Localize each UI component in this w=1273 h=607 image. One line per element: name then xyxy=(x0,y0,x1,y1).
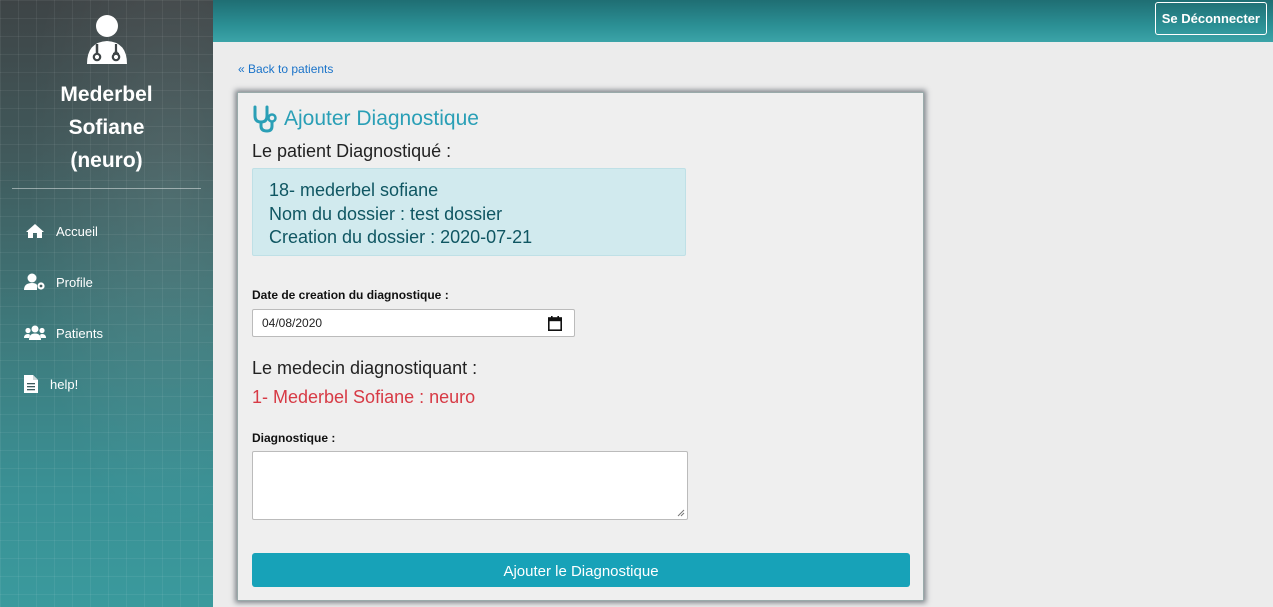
sidebar-item-profile[interactable]: Profile xyxy=(24,273,93,291)
date-value: 04/08/2020 xyxy=(262,316,323,330)
patient-id-name: 18- mederbel sofiane xyxy=(269,180,439,200)
doctor-name: Mederbel Sofiane (neuro) xyxy=(0,78,213,177)
file-icon xyxy=(24,375,38,393)
sidebar-item-label: Profile xyxy=(56,274,93,290)
patient-label: Le patient Diagnostiqué : xyxy=(252,141,452,161)
patient-folder-date: Creation du dossier : 2020-07-21 xyxy=(269,227,533,247)
date-label: Date de creation du diagnostique : xyxy=(252,288,449,302)
sidebar-item-accueil[interactable]: Accueil xyxy=(24,222,98,240)
medecin-label: Le medecin diagnostiquant : xyxy=(252,358,478,378)
add-diagnostic-button[interactable]: Ajouter le Diagnostique xyxy=(252,553,910,587)
patient-folder-name: Nom du dossier : test dossier xyxy=(269,203,503,224)
top-navbar: Se Déconnecter xyxy=(213,0,1273,42)
sidebar-item-label: Accueil xyxy=(56,223,98,239)
logout-button[interactable]: Se Déconnecter xyxy=(1154,2,1267,35)
sidebar-item-label: Patients xyxy=(56,325,103,341)
users-icon xyxy=(24,324,46,342)
sidebar-item-label: help! xyxy=(50,376,79,392)
diagnostic-textarea[interactable] xyxy=(252,451,688,520)
card-title: Ajouter Diagnostique xyxy=(252,105,479,133)
home-icon xyxy=(24,222,46,240)
resize-grip-icon[interactable] xyxy=(677,509,685,517)
add-diagnostic-card: Ajouter Diagnostique Le patient Diagnost… xyxy=(237,92,924,601)
doctor-specialty: (neuro) xyxy=(70,149,143,172)
user-md-icon xyxy=(87,15,127,64)
sidebar-item-patients[interactable]: Patients xyxy=(24,324,103,342)
doctor-name-line1: Mederbel xyxy=(60,83,153,106)
sidebar: Mederbel Sofiane (neuro) Accueil Profile… xyxy=(0,0,213,607)
sidebar-item-help[interactable]: help! xyxy=(24,375,78,393)
medecin-value: 1- Mederbel Sofiane : neuro xyxy=(252,387,476,407)
calendar-icon[interactable] xyxy=(548,316,562,331)
doctor-name-line2: Sofiane xyxy=(68,116,145,139)
sidebar-divider xyxy=(12,188,201,189)
date-input[interactable]: 04/08/2020 xyxy=(252,309,575,337)
patient-info-box: 18- mederbel sofiane Nom du dossier : te… xyxy=(252,168,686,256)
card-title-text: Ajouter Diagnostique xyxy=(284,107,479,130)
back-to-patients-link[interactable]: « Back to patients xyxy=(238,62,333,76)
user-cog-icon xyxy=(24,273,46,291)
stethoscope-icon xyxy=(253,105,277,133)
diagnostic-label: Diagnostique : xyxy=(252,431,336,445)
